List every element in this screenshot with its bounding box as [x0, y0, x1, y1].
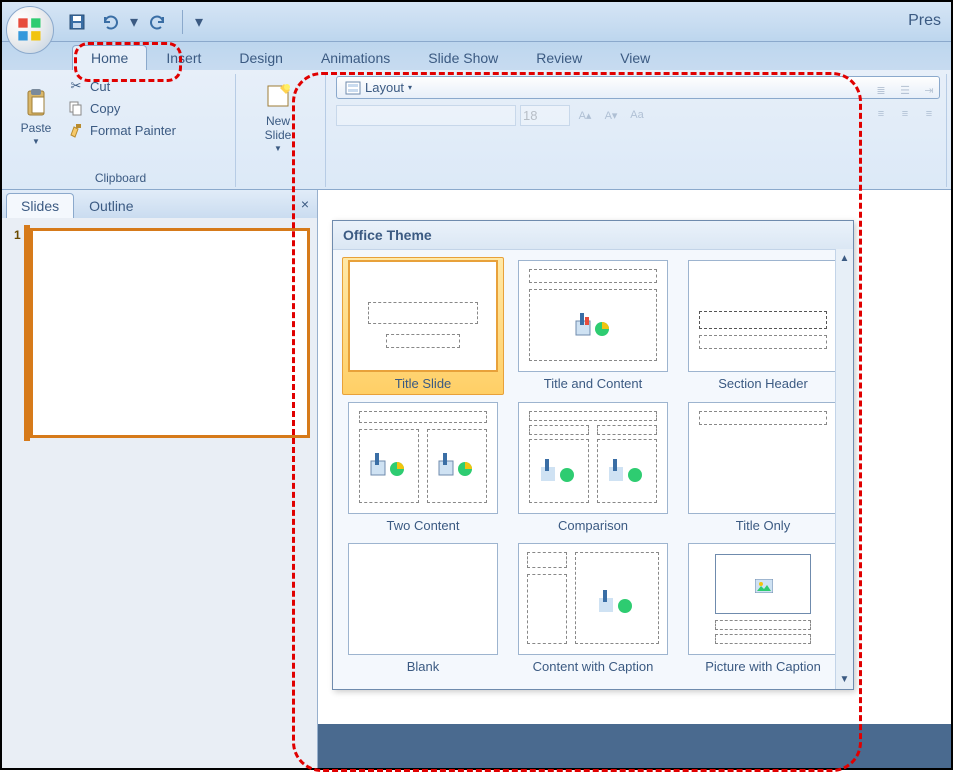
layout-option-title-slide[interactable]: Title Slide: [342, 257, 504, 395]
titlebar: ▾ ▾ Pres: [2, 2, 951, 42]
paste-button[interactable]: Paste ▼: [12, 76, 60, 156]
tab-slideshow[interactable]: Slide Show: [409, 45, 517, 70]
font-controls: A▴ A▾ Aa: [336, 105, 940, 126]
scroll-down-icon[interactable]: ▼: [836, 671, 853, 689]
align-right-icon[interactable]: ≡: [918, 104, 940, 124]
redo-icon[interactable]: [148, 11, 170, 33]
chevron-down-icon: ▾: [408, 83, 412, 92]
quick-access-toolbar: ▾ ▾: [66, 10, 203, 34]
font-name-input[interactable]: [336, 105, 516, 126]
panel-tab-slides[interactable]: Slides: [6, 193, 74, 218]
layout-option-content-caption[interactable]: Content with Caption: [515, 543, 671, 675]
tab-design[interactable]: Design: [220, 45, 302, 70]
numbering-icon[interactable]: ☰: [894, 80, 916, 100]
clear-format-icon[interactable]: Aa: [626, 105, 648, 125]
decrease-font-icon[interactable]: A▾: [600, 105, 622, 125]
undo-icon[interactable]: [98, 11, 120, 33]
panel-tab-outline[interactable]: Outline: [74, 193, 148, 218]
office-button[interactable]: [6, 6, 54, 54]
align-center-icon[interactable]: ≡: [894, 104, 916, 124]
indent-icon[interactable]: ⇥: [918, 80, 940, 100]
gallery-header: Office Theme: [333, 221, 853, 250]
slide-panel: Slides Outline × 1: [2, 190, 318, 768]
tab-home[interactable]: Home: [72, 45, 147, 70]
group-clipboard: Paste ▼ ✂Cut Copy Format Painter Clipboa…: [6, 74, 236, 187]
tab-animations[interactable]: Animations: [302, 45, 409, 70]
group-layout-area: Layout ▾ A▴ A▾ Aa ≣ ☰ ⇥ ≡: [330, 74, 947, 187]
align-left-icon[interactable]: ≡: [870, 104, 892, 124]
clipboard-group-label: Clipboard: [12, 169, 229, 187]
format-painter-button[interactable]: Format Painter: [64, 120, 180, 140]
layout-option-title-content[interactable]: Title and Content: [515, 260, 671, 392]
tab-insert[interactable]: Insert: [147, 45, 220, 70]
paste-label: Paste: [21, 121, 52, 135]
layout-button[interactable]: Layout ▾: [336, 76, 940, 99]
save-icon[interactable]: [66, 11, 88, 33]
scroll-up-icon[interactable]: ▲: [836, 249, 853, 267]
group-slides: New Slide ▼: [240, 74, 326, 187]
layout-option-title-only[interactable]: Title Only: [685, 402, 841, 534]
panel-tabs: Slides Outline ×: [2, 190, 317, 218]
slide-number: 1: [14, 228, 21, 242]
tab-review[interactable]: Review: [517, 45, 601, 70]
new-slide-label: New Slide: [265, 114, 292, 142]
gallery-scrollbar[interactable]: ▲ ▼: [835, 249, 853, 689]
ribbon-tabs: Home Insert Design Animations Slide Show…: [2, 42, 951, 70]
copy-button[interactable]: Copy: [64, 98, 180, 118]
new-slide-button[interactable]: New Slide ▼: [246, 76, 310, 156]
bullets-icon[interactable]: ≣: [870, 80, 892, 100]
slide-thumbnail[interactable]: [30, 228, 310, 438]
layout-gallery: Office Theme Title Slide Title and Conte…: [332, 220, 854, 690]
app-title: Pres: [908, 12, 941, 30]
tab-view[interactable]: View: [601, 45, 669, 70]
ribbon: Paste ▼ ✂Cut Copy Format Painter Clipboa…: [2, 70, 951, 190]
layout-option-picture-caption[interactable]: Picture with Caption: [685, 543, 841, 675]
layout-option-section-header[interactable]: Section Header: [685, 260, 841, 392]
chevron-down-icon: ▼: [274, 144, 282, 153]
copy-icon: [68, 100, 84, 116]
paragraph-controls: ≣ ☰ ⇥ ≡ ≡ ≡: [870, 80, 940, 124]
font-size-input[interactable]: [520, 105, 570, 126]
scissors-icon: ✂: [68, 78, 84, 94]
layout-option-comparison[interactable]: Comparison: [515, 402, 671, 534]
brush-icon: [68, 122, 84, 138]
cut-button[interactable]: ✂Cut: [64, 76, 180, 96]
layout-option-blank[interactable]: Blank: [345, 543, 501, 675]
chevron-down-icon: ▼: [32, 137, 40, 146]
qat-customize-icon[interactable]: ▾: [195, 12, 203, 32]
increase-font-icon[interactable]: A▴: [574, 105, 596, 125]
layout-option-two-content[interactable]: Two Content: [345, 402, 501, 534]
panel-close-icon[interactable]: ×: [301, 196, 309, 212]
